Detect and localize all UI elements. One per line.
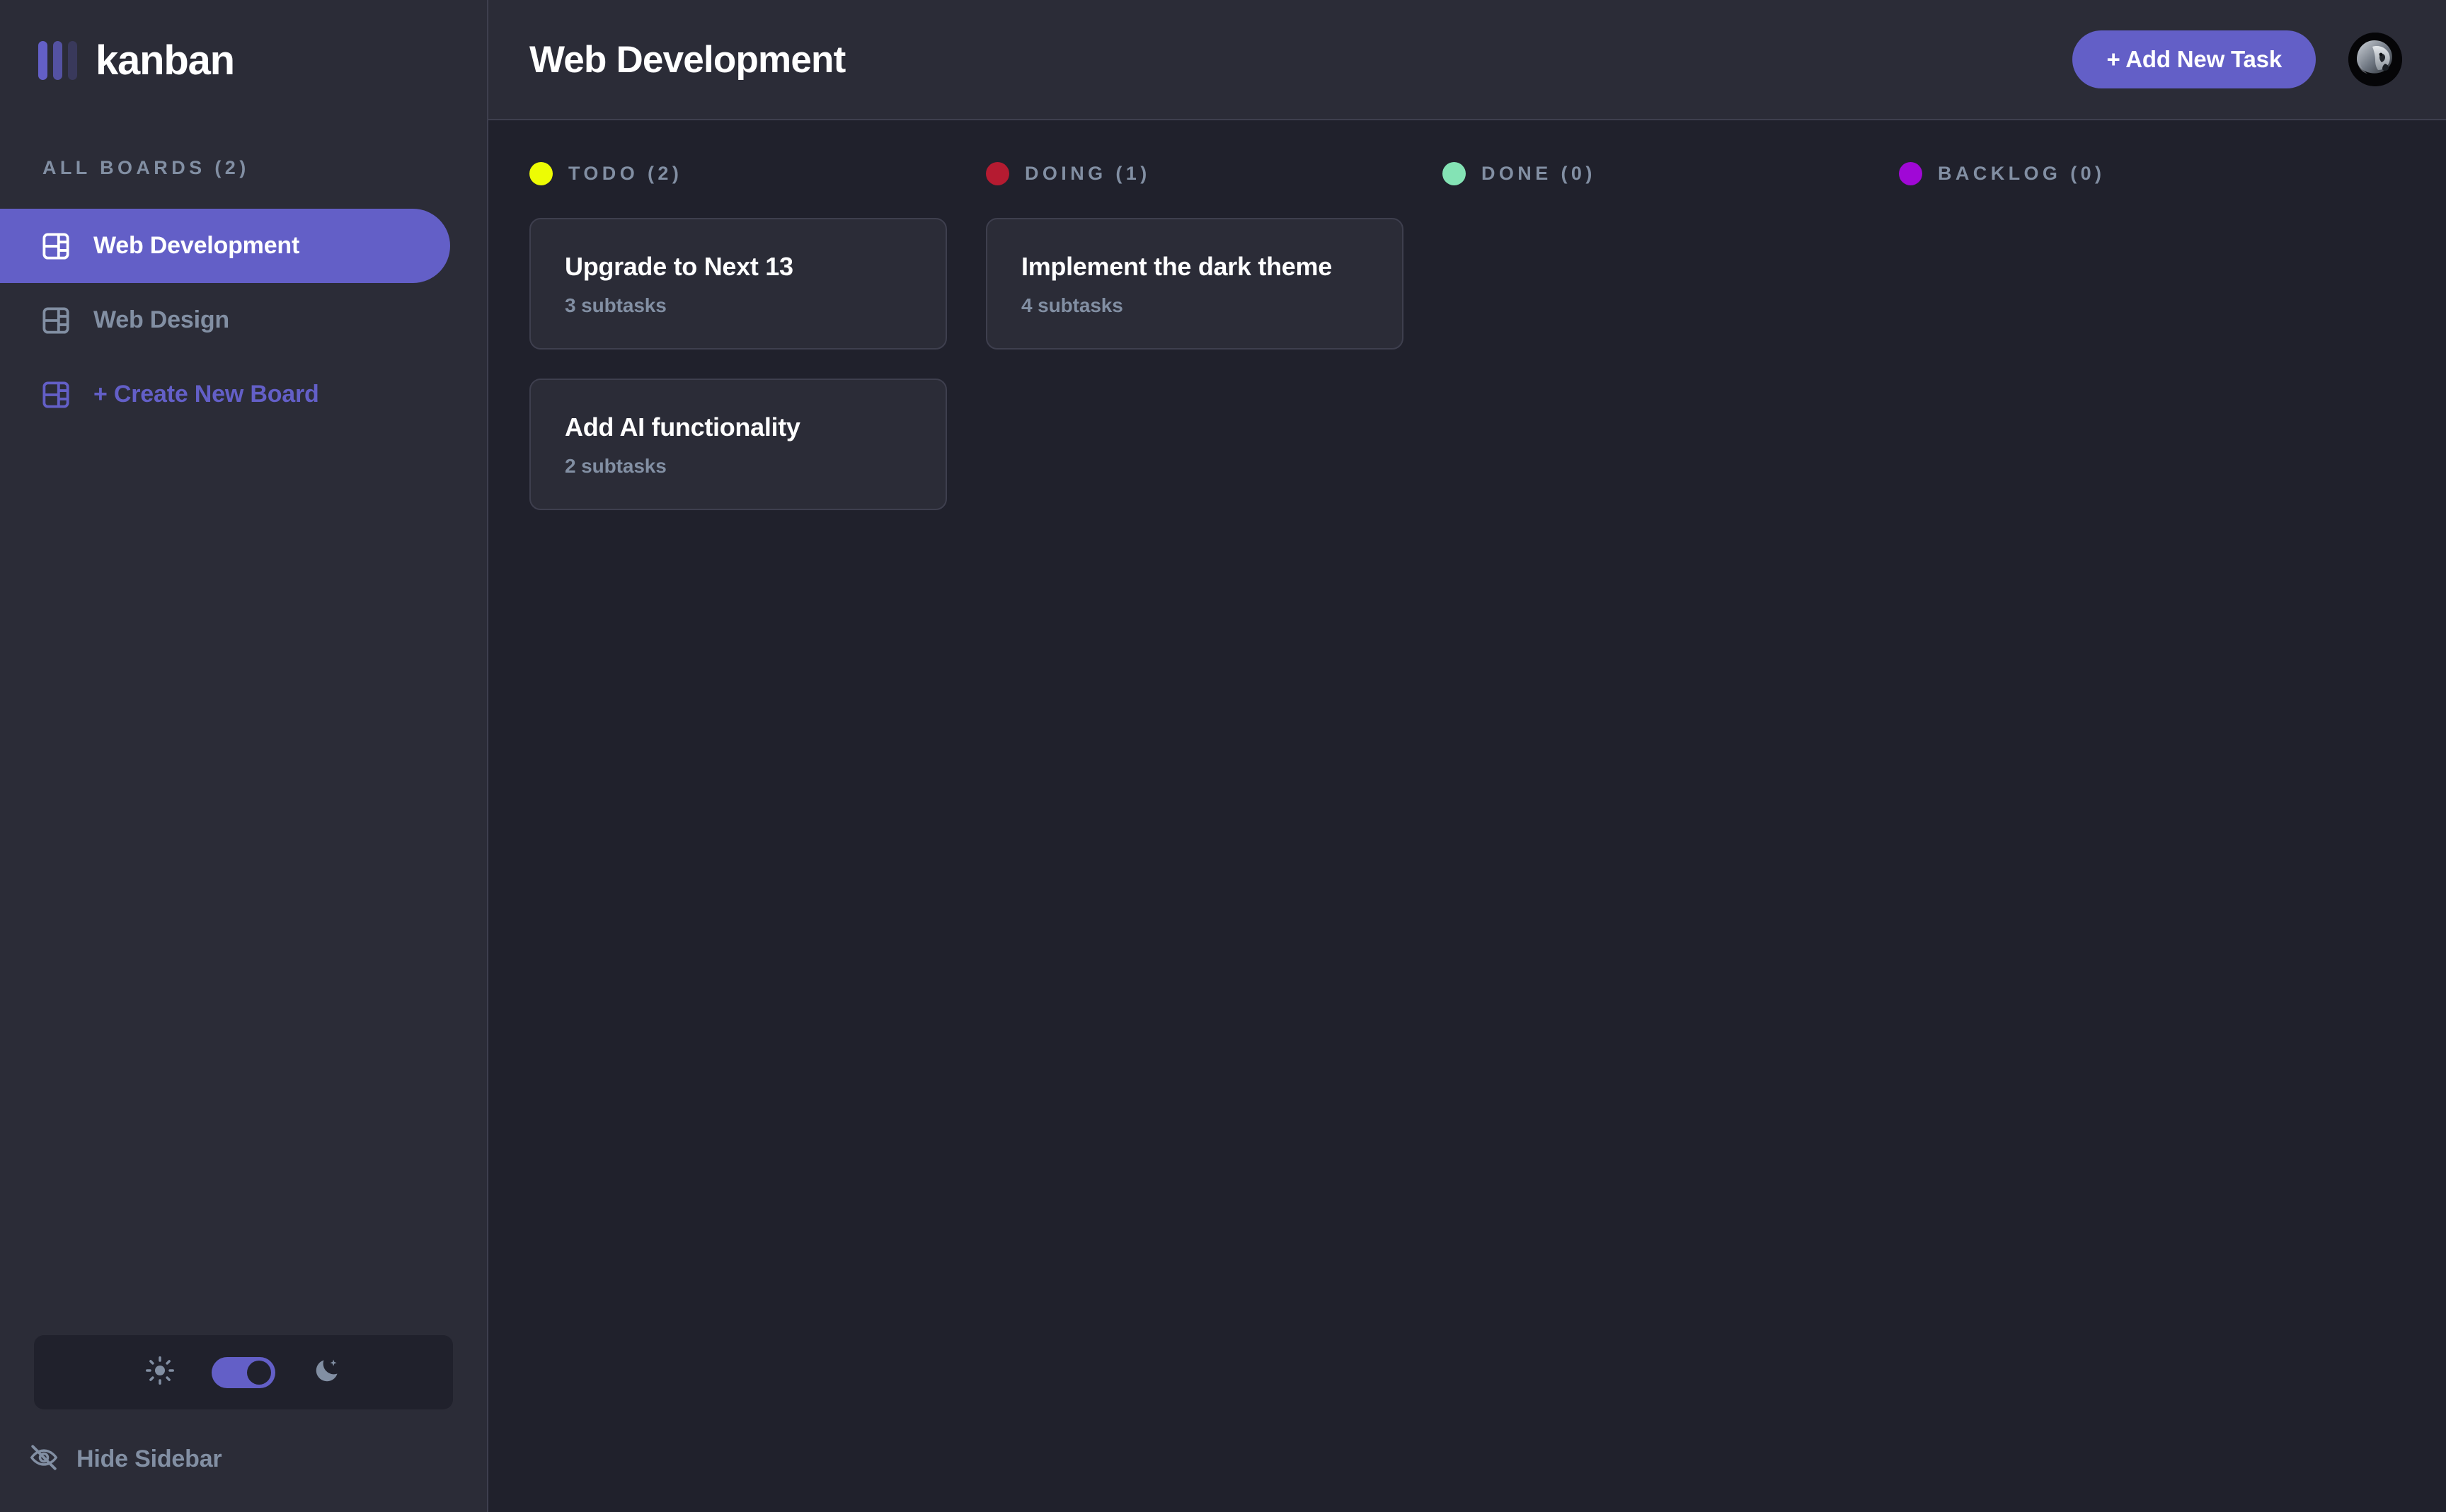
task-card[interactable]: Add AI functionality 2 subtasks: [529, 379, 947, 510]
column-name: BACKLOG (0): [1938, 162, 2106, 184]
avatar[interactable]: [2348, 33, 2402, 86]
task-card[interactable]: Implement the dark theme 4 subtasks: [986, 218, 1403, 350]
app-logo: kanban: [0, 0, 487, 120]
task-title: Implement the dark theme: [1021, 252, 1332, 281]
board-icon: [42, 306, 69, 334]
page-title: Web Development: [529, 38, 846, 81]
sidebar: kanban ALL BOARDS (2) Web Development We…: [0, 0, 488, 1512]
sidebar-item-web-development[interactable]: Web Development: [0, 209, 450, 283]
status-dot: [1899, 161, 1922, 185]
column-name: DOING (1): [1025, 162, 1151, 184]
theme-toggle-panel: [34, 1335, 453, 1409]
all-boards-heading: ALL BOARDS (2): [42, 157, 250, 178]
task-card[interactable]: Upgrade to Next 13 3 subtasks: [529, 218, 947, 350]
sidebar-item-label: Web Design: [93, 306, 229, 333]
logo-bar-2: [53, 40, 62, 80]
hide-sidebar-label: Hide Sidebar: [76, 1445, 222, 1472]
create-new-board-button[interactable]: + Create New Board: [0, 357, 450, 432]
eye-off-icon: [28, 1442, 59, 1477]
app-name: kanban: [96, 37, 235, 83]
sidebar-item-label: Web Development: [93, 232, 300, 259]
create-new-board-label: + Create New Board: [93, 381, 319, 408]
board-canvas: TODO (2) Upgrade to Next 13 3 subtasks A…: [488, 120, 2446, 1512]
column-header: BACKLOG (0): [1899, 159, 2355, 187]
kanban-app: kanban ALL BOARDS (2) Web Development We…: [0, 0, 2446, 1512]
board-icon: [42, 232, 69, 260]
status-dot: [1442, 161, 1466, 185]
card-list: Upgrade to Next 13 3 subtasks Add AI fun…: [529, 218, 947, 510]
status-dot: [529, 161, 553, 185]
sun-icon: [145, 1356, 175, 1389]
status-dot: [986, 161, 1009, 185]
board-icon: [42, 381, 69, 408]
task-subtasks: 2 subtasks: [565, 455, 667, 477]
sidebar-item-web-design[interactable]: Web Design: [0, 283, 450, 357]
column-header: DONE (0): [1442, 159, 1899, 187]
column-header: DOING (1): [986, 159, 1442, 187]
logo-bars-icon: [38, 40, 77, 80]
task-title: Add AI functionality: [565, 412, 800, 442]
task-subtasks: 4 subtasks: [1021, 294, 1123, 316]
column-doing: DOING (1) Implement the dark theme 4 sub…: [986, 159, 1442, 1512]
board-list: Web Development Web Design + Create New …: [0, 209, 487, 432]
column-todo: TODO (2) Upgrade to Next 13 3 subtasks A…: [529, 159, 986, 1512]
card-list: Implement the dark theme 4 subtasks: [986, 218, 1403, 350]
column-header: TODO (2): [529, 159, 986, 187]
column-name: TODO (2): [568, 162, 683, 184]
main-area: Web Development + Add New Task TODO (2) …: [488, 0, 2446, 1512]
theme-toggle-switch[interactable]: [212, 1356, 275, 1388]
logo-bar-1: [38, 40, 47, 80]
hide-sidebar-button[interactable]: Hide Sidebar: [0, 1422, 487, 1496]
moon-icon: [312, 1356, 342, 1389]
column-name: DONE (0): [1481, 162, 1596, 184]
column-done: DONE (0): [1442, 159, 1899, 1512]
task-subtasks: 3 subtasks: [565, 294, 667, 316]
topbar: Web Development + Add New Task: [488, 0, 2446, 120]
add-new-task-button[interactable]: + Add New Task: [2072, 30, 2316, 88]
column-backlog: BACKLOG (0): [1899, 159, 2355, 1512]
logo-bar-3: [68, 40, 77, 80]
topbar-actions: + Add New Task: [2072, 30, 2402, 88]
task-title: Upgrade to Next 13: [565, 252, 793, 281]
theme-toggle-knob: [247, 1360, 271, 1385]
